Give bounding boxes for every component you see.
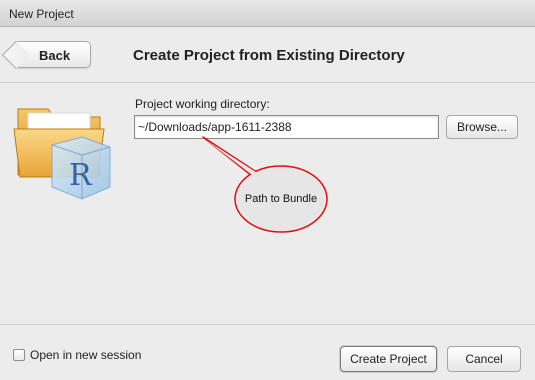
- new-session-checkbox[interactable]: [13, 349, 25, 361]
- svg-text:R: R: [69, 158, 93, 193]
- back-button[interactable]: Back: [1, 40, 91, 70]
- window-titlebar: New Project: [0, 0, 535, 27]
- page-title: Create Project from Existing Directory: [133, 47, 405, 64]
- window-title: New Project: [9, 7, 74, 21]
- directory-input[interactable]: ~/Downloads/app-1611-2388: [134, 115, 439, 139]
- browse-button[interactable]: Browse...: [446, 115, 518, 139]
- callout-text: Path to Bundle: [244, 193, 318, 205]
- dialog-header: Back Create Project from Existing Direct…: [0, 27, 535, 83]
- back-button-label: Back: [39, 48, 71, 63]
- dialog-footer: Open in new session Create Project Cance…: [0, 324, 535, 380]
- dialog-body: R Project working directory: ~/Downloads…: [0, 83, 535, 324]
- cancel-button[interactable]: Cancel: [447, 346, 521, 372]
- back-arrow-icon: [1, 40, 31, 70]
- directory-label: Project working directory:: [135, 97, 270, 111]
- create-project-button[interactable]: Create Project: [340, 346, 437, 372]
- r-project-folder-icon: R: [13, 108, 111, 200]
- new-session-label[interactable]: Open in new session: [30, 348, 141, 362]
